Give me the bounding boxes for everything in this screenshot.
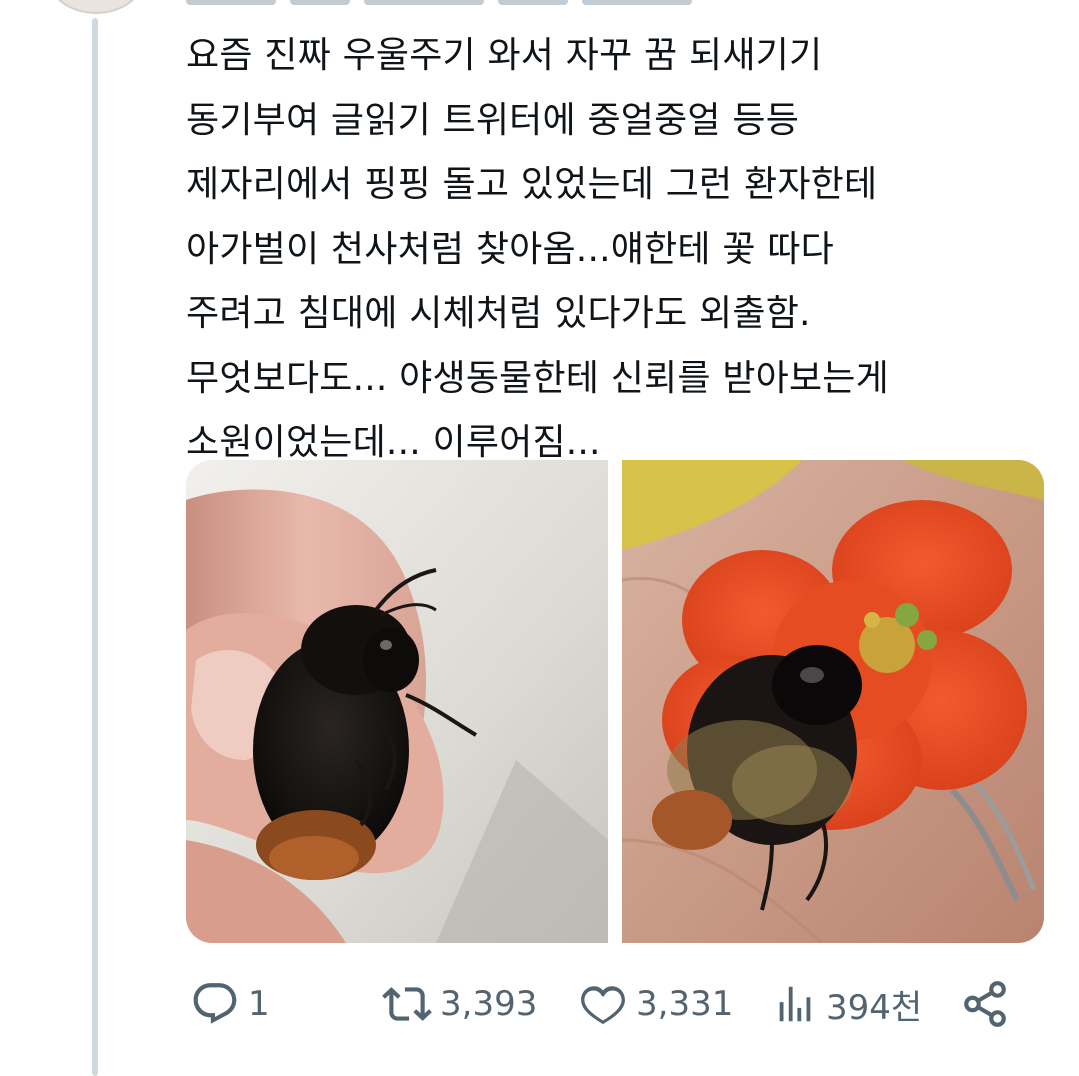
bee-on-finger-photo-icon bbox=[186, 460, 608, 943]
tweet-header-cut-off bbox=[186, 0, 886, 8]
tweet-actions: 1 3,393 3,331 394천 bbox=[186, 972, 1016, 1036]
heart-icon bbox=[581, 986, 625, 1025]
photo-bee-on-flower[interactable] bbox=[622, 460, 1044, 943]
tweet-page: 요즘 진짜 우울주기 와서 자꾸 꿈 되새기기 동기부여 글읽기 트위터에 중얼… bbox=[0, 0, 1079, 1076]
tweet-text-line: 제자리에서 핑핑 돌고 있었는데 그런 환자한테 bbox=[186, 164, 878, 205]
share-icon bbox=[964, 981, 1006, 1027]
retweet-count: 3,393 bbox=[440, 984, 538, 1024]
bee-on-red-flower-photo-icon bbox=[622, 460, 1044, 943]
reply-icon bbox=[193, 983, 237, 1024]
photo-bee-on-finger[interactable] bbox=[186, 460, 608, 943]
reply-count: 1 bbox=[248, 984, 270, 1024]
header-fragment bbox=[498, 0, 568, 5]
thread-line bbox=[92, 18, 98, 1076]
tweet-text-line: 요즘 진짜 우울주기 와서 자꾸 꿈 되새기기 bbox=[186, 35, 823, 76]
retweet-button[interactable]: 3,393 bbox=[382, 972, 537, 1036]
tweet-text-line: 무엇보다도... 야생동물한테 신뢰를 받아보는게 bbox=[186, 357, 889, 399]
share-button[interactable] bbox=[960, 972, 1010, 1036]
header-fragment bbox=[186, 0, 276, 5]
views-button[interactable]: 394천 bbox=[772, 972, 922, 1036]
header-fragment bbox=[364, 0, 484, 5]
views-icon bbox=[779, 986, 811, 1022]
retweet-icon bbox=[382, 987, 432, 1021]
header-fragment bbox=[290, 0, 350, 5]
header-fragment bbox=[582, 0, 692, 5]
views-count: 394천 bbox=[826, 987, 923, 1028]
like-count: 3,331 bbox=[636, 984, 734, 1024]
tweet-media bbox=[186, 460, 1044, 943]
tweet-text-line: 아가벌이 천사처럼 찾아옴...얘한테 꽃 따다 bbox=[186, 228, 834, 270]
tweet-text-line: 주려고 침대에 시체처럼 있다가도 외출함. bbox=[186, 293, 811, 334]
tweet-text: 요즘 진짜 우울주기 와서 자꾸 꿈 되새기기 동기부여 글읽기 트위터에 중얼… bbox=[186, 24, 1046, 476]
like-button[interactable]: 3,331 bbox=[578, 972, 733, 1036]
avatar[interactable] bbox=[48, 0, 144, 14]
tweet-text-line: 동기부여 글읽기 트위터에 중얼중얼 등등 bbox=[186, 99, 800, 141]
reply-button[interactable]: 1 bbox=[190, 972, 270, 1036]
